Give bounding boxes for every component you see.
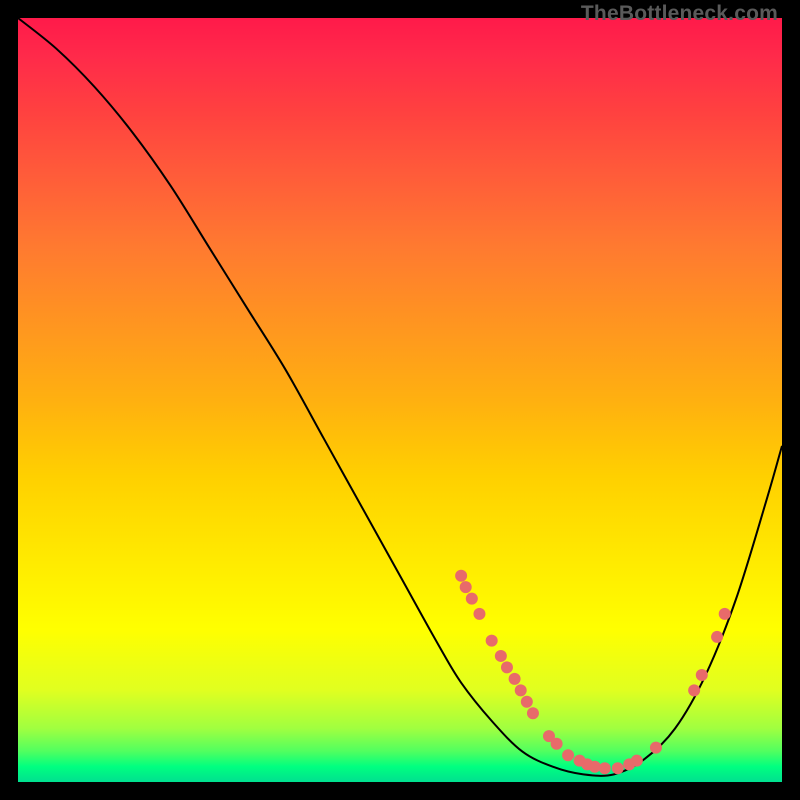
data-marker [696, 669, 708, 681]
data-marker [521, 696, 533, 708]
bottleneck-curve [18, 18, 782, 776]
plot-area [18, 18, 782, 782]
data-marker [631, 755, 643, 767]
data-marker [495, 650, 507, 662]
data-marker [486, 635, 498, 647]
data-marker [650, 742, 662, 754]
chart-svg [18, 18, 782, 782]
data-marker [460, 581, 472, 593]
data-marker [515, 684, 527, 696]
data-marker [466, 593, 478, 605]
data-marker [711, 631, 723, 643]
data-marker [599, 762, 611, 774]
data-marker [473, 608, 485, 620]
data-markers [455, 570, 731, 775]
data-marker [719, 608, 731, 620]
data-marker [551, 738, 563, 750]
data-marker [612, 762, 624, 774]
data-marker [562, 749, 574, 761]
data-marker [455, 570, 467, 582]
data-marker [688, 684, 700, 696]
chart-container: TheBottleneck.com [0, 0, 800, 800]
data-marker [527, 707, 539, 719]
data-marker [509, 673, 521, 685]
data-marker [501, 661, 513, 673]
watermark-text: TheBottleneck.com [581, 2, 778, 26]
